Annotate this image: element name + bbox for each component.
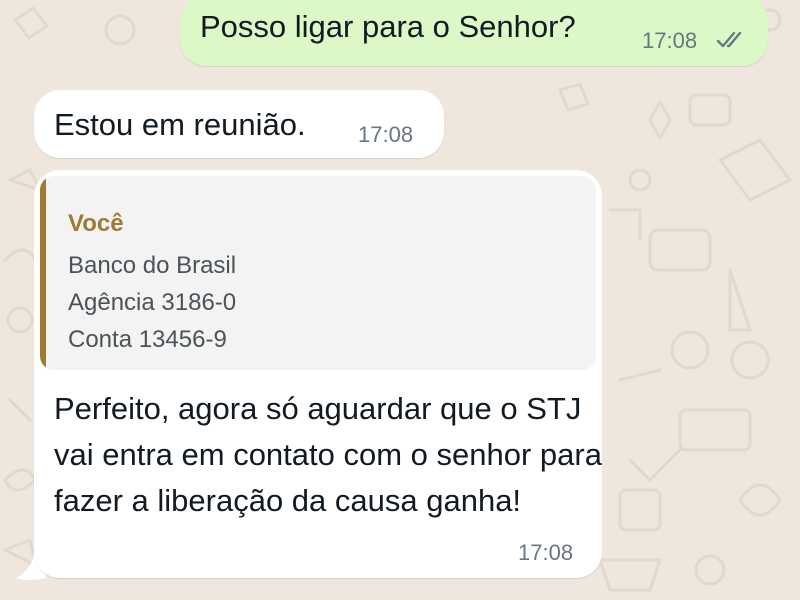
message-timestamp: 17:08 [358,122,414,147]
outgoing-message-bubble[interactable]: Posso ligar para o Senhor? 17:08 [180,0,768,66]
quote-line: Banco do Brasil [68,252,237,279]
message-timestamp: 17:08 [518,540,574,565]
message-timestamp: 17:08 [642,28,698,53]
double-check-icon [716,31,742,48]
incoming-message-bubble[interactable]: Estou em reunião. 17:08 [34,90,444,158]
message-text: Estou em reunião. [54,107,306,142]
quote-line: Agência 3186-0 [68,289,237,316]
quote-accent-bar [40,176,46,370]
quote-line: Conta 13456-9 [68,326,227,353]
incoming-reply-bubble[interactable]: Você Banco do Brasil Agência 3186-0 Cont… [34,170,602,578]
quote-author: Você [68,210,124,237]
message-text: Perfeito, agora só aguardar que o STJ va… [54,391,602,518]
quoted-message[interactable]: Você Banco do Brasil Agência 3186-0 Cont… [40,176,596,370]
message-text: Posso ligar para o Senhor? [200,9,576,44]
